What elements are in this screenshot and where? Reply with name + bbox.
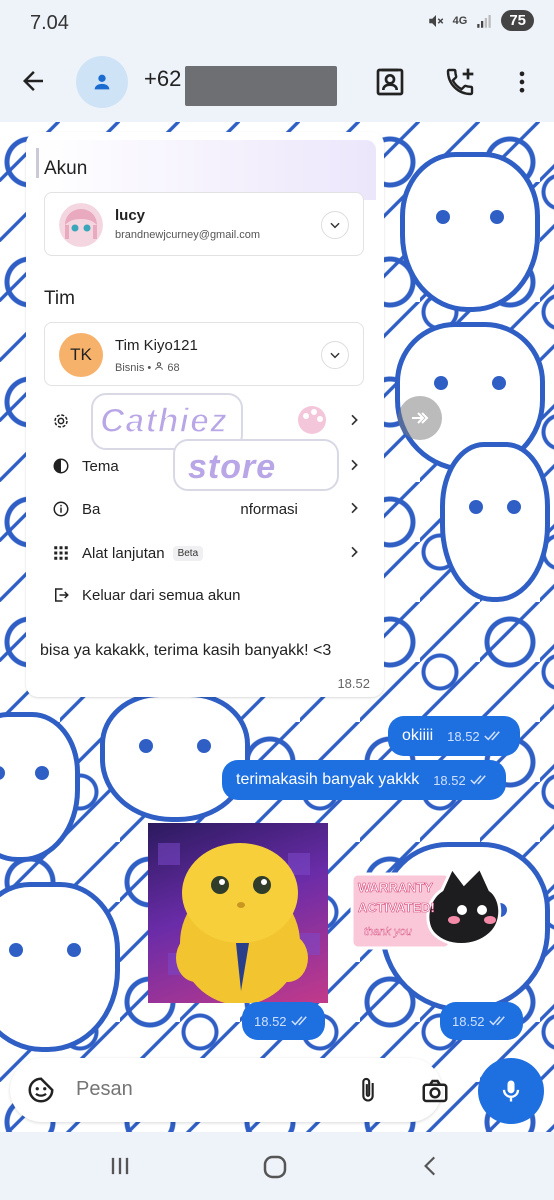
mute-icon bbox=[428, 14, 443, 27]
screenshot-divider bbox=[36, 148, 39, 178]
member-icon bbox=[155, 362, 164, 370]
sticker-time: 18.52 bbox=[452, 1013, 485, 1029]
team-expand-button bbox=[321, 341, 349, 369]
message-composer bbox=[10, 1058, 448, 1122]
team-member-count: 68 bbox=[167, 362, 180, 374]
status-icons: 4G 75 bbox=[427, 10, 534, 31]
system-navigation-bar bbox=[0, 1132, 554, 1200]
info-icon bbox=[53, 501, 69, 517]
team-card: TK Tim Kiyo121 Bisnis • 68 bbox=[44, 322, 364, 386]
beta-badge: Beta bbox=[172, 545, 204, 561]
account-name: lucy bbox=[115, 207, 146, 224]
signal-icon bbox=[477, 14, 492, 28]
menu-logout-label: Keluar dari semua akun bbox=[82, 586, 241, 604]
menu-advanced-tools-label: Alat lanjutan bbox=[82, 544, 165, 562]
chevron-down-icon bbox=[330, 222, 340, 229]
team-section-title: Tim bbox=[44, 288, 75, 309]
microphone-icon bbox=[502, 1080, 520, 1102]
chevron-right-icon bbox=[351, 459, 358, 471]
camera-icon[interactable] bbox=[420, 1076, 450, 1106]
contact-card-icon[interactable] bbox=[374, 66, 406, 98]
account-email: brandnewjcurney@gmail.com bbox=[115, 229, 261, 241]
team-type: Bisnis bbox=[115, 362, 145, 374]
more-options-icon[interactable] bbox=[508, 66, 536, 98]
sticker-time-badge: 18.52 bbox=[440, 1002, 523, 1040]
chevron-right-icon bbox=[351, 414, 358, 426]
cat-sticker-text-3: thank you bbox=[364, 926, 412, 938]
shared-screenshot[interactable]: Akun lucy brandnewjcurney@gmail.com Tim … bbox=[34, 140, 376, 630]
outgoing-text: terimakasih banyak yakkk bbox=[236, 771, 420, 788]
gear-icon bbox=[54, 414, 68, 428]
chevron-right-icon bbox=[351, 546, 358, 558]
warranty-cat-sticker[interactable]: WARRANTY ACTIVATED! thank you bbox=[350, 860, 515, 960]
sticker-emoji-icon[interactable] bbox=[26, 1075, 56, 1105]
forward-icon bbox=[412, 412, 429, 424]
chevron-down-icon bbox=[330, 352, 340, 359]
cat-sticker-text-2: ACTIVATED! bbox=[358, 900, 435, 916]
team-meta-separator: • bbox=[147, 362, 155, 374]
anime-avatar-icon bbox=[59, 203, 103, 247]
account-section-title: Akun bbox=[44, 158, 88, 179]
forward-button[interactable] bbox=[398, 396, 442, 440]
wallpaper-doodle bbox=[0, 882, 120, 1052]
team-name: Tim Kiyo121 bbox=[115, 337, 198, 354]
redacted-phone-number bbox=[185, 66, 337, 106]
grid-dots-icon bbox=[54, 546, 68, 560]
incoming-caption: bisa ya kakakk, terima kasih banyakk! <3 bbox=[40, 642, 332, 659]
account-card: lucy brandnewjcurney@gmail.com bbox=[44, 192, 364, 256]
menu-row-logout: Keluar dari semua akun bbox=[52, 580, 362, 610]
home-icon[interactable] bbox=[260, 1152, 290, 1182]
contrast-icon bbox=[53, 458, 69, 474]
double-check-icon bbox=[488, 1016, 505, 1026]
outgoing-message[interactable]: terimakasih banyak yakkk 18.52 bbox=[222, 760, 506, 800]
menu-help-label-end: nformasi bbox=[240, 500, 298, 518]
add-call-icon[interactable] bbox=[444, 66, 476, 98]
duck-character-icon bbox=[158, 843, 320, 1003]
wallpaper-doodle bbox=[0, 712, 80, 862]
team-meta: Bisnis • 68 bbox=[115, 361, 180, 374]
contact-phone-prefix[interactable]: +62 bbox=[144, 66, 181, 92]
voice-record-button[interactable] bbox=[478, 1058, 544, 1124]
double-check-icon bbox=[290, 1016, 307, 1026]
outgoing-message[interactable]: okiiii 18.52 bbox=[388, 716, 520, 756]
menu-row-help: Ba nformasi bbox=[52, 494, 362, 524]
incoming-time: 18.52 bbox=[337, 676, 370, 691]
outgoing-text: okiiii bbox=[402, 727, 434, 744]
logout-icon bbox=[55, 588, 69, 602]
cat-sticker-text-1: WARRANTY bbox=[358, 880, 434, 896]
battery-level: 75 bbox=[501, 10, 534, 31]
chat-header: +62 bbox=[0, 44, 554, 122]
chevron-right-icon bbox=[351, 502, 358, 514]
team-initials-avatar: TK bbox=[59, 333, 103, 377]
network-label: 4G bbox=[452, 14, 468, 27]
sticker-text-store: store bbox=[188, 448, 277, 486]
wallpaper-doodle bbox=[100, 692, 250, 822]
wallpaper-doodle bbox=[400, 152, 540, 312]
incoming-image-message[interactable]: Akun lucy brandnewjcurney@gmail.com Tim … bbox=[26, 132, 384, 697]
menu-help-label-start: Ba bbox=[82, 500, 101, 518]
outgoing-time: 18.52 bbox=[447, 728, 480, 744]
account-expand-button bbox=[321, 211, 349, 239]
double-check-icon bbox=[470, 775, 486, 785]
sticker-time: 18.52 bbox=[254, 1013, 287, 1029]
status-time: 7.04 bbox=[30, 12, 69, 34]
person-icon bbox=[94, 74, 110, 90]
paperclip-icon[interactable] bbox=[354, 1074, 382, 1106]
menu-row-advanced-tools: Alat lanjutan Beta bbox=[52, 538, 362, 568]
back-arrow-icon[interactable] bbox=[18, 66, 48, 96]
sticker-time-badge: 18.52 bbox=[242, 1002, 325, 1040]
sticker-text-cathiez: Cathiez bbox=[99, 401, 228, 441]
message-input[interactable] bbox=[76, 1078, 336, 1101]
status-bar: 7.04 4G 75 bbox=[0, 0, 554, 44]
outgoing-time: 18.52 bbox=[433, 772, 466, 788]
double-check-icon bbox=[483, 731, 500, 741]
back-nav-icon[interactable] bbox=[418, 1152, 444, 1180]
contact-avatar[interactable] bbox=[76, 56, 128, 108]
recent-apps-icon[interactable] bbox=[106, 1152, 134, 1180]
duck-sticker[interactable] bbox=[148, 823, 328, 1003]
wallpaper-doodle bbox=[440, 442, 550, 602]
